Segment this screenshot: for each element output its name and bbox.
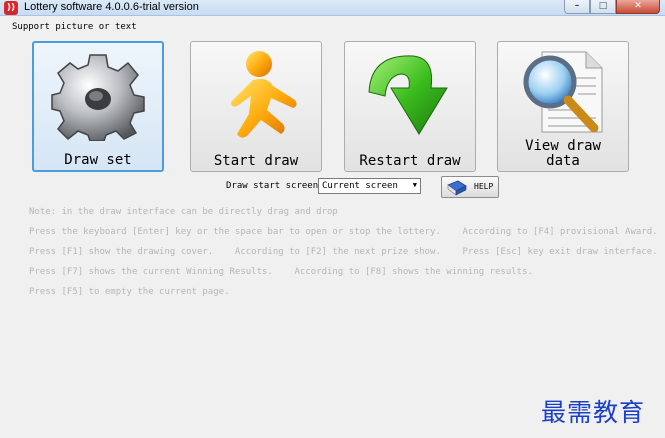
title-bar: )) Lottery software 4.0.0.6-trial versio…	[0, 0, 665, 16]
start-draw-label: Start draw	[213, 153, 299, 169]
running-man-icon	[231, 51, 297, 138]
draw-start-screen-label: Draw start screen	[226, 181, 319, 191]
note-enter-key: Press the keyboard [Enter] key or the sp…	[29, 227, 658, 237]
book-icon	[447, 180, 467, 196]
view-draw-data-label: View draw data	[498, 139, 628, 169]
watermark-text: 最需教育	[541, 398, 646, 427]
note-f5-key: Press [F5] to empty the current page.	[29, 287, 230, 297]
help-label: HELP	[474, 182, 494, 191]
chevron-down-icon: ▼	[412, 181, 417, 189]
window-title: Lottery software 4.0.0.6-trial version	[24, 1, 199, 13]
maximize-button[interactable]: □	[590, 0, 616, 14]
close-button[interactable]: ✕	[616, 0, 660, 14]
view-draw-data-button[interactable]: View draw data	[497, 41, 629, 172]
view-draw-data-label-line1: View draw	[525, 138, 601, 154]
note-f7-key: Press [F7] shows the current Winning Res…	[29, 267, 533, 277]
draw-set-label: Draw set	[64, 152, 132, 168]
app-icon: ))	[4, 1, 18, 15]
magnifier-document-icon	[523, 51, 603, 133]
minimize-button[interactable]: –	[564, 0, 590, 14]
green-arrow-icon	[368, 55, 448, 135]
draw-set-button[interactable]: Draw set	[32, 41, 164, 172]
help-button[interactable]: HELP	[441, 176, 499, 198]
window-controls: – □ ✕	[564, 0, 660, 14]
draw-start-screen-value: Current screen	[322, 181, 398, 191]
support-caption: Support picture or text	[12, 22, 137, 32]
view-draw-data-label-line2: data	[546, 153, 580, 169]
note-f1-key: Press [F1] show the drawing cover. Accor…	[29, 247, 658, 257]
restart-draw-label: Restart draw	[359, 153, 461, 169]
gear-icon	[51, 54, 145, 141]
start-draw-button[interactable]: Start draw	[190, 41, 322, 172]
note-drag-drop: Note: in the draw interface can be direc…	[29, 207, 338, 217]
draw-start-screen-select[interactable]: Current screen ▼	[318, 178, 421, 194]
restart-draw-button[interactable]: Restart draw	[344, 41, 476, 172]
